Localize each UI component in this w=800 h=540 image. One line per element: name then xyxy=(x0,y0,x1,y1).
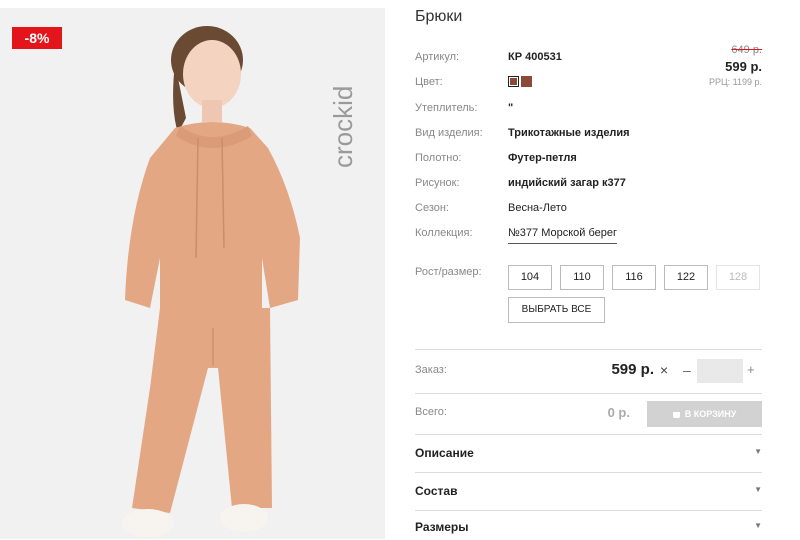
attr-label: Полотно: xyxy=(415,152,462,164)
chevron-down-icon: ▼ xyxy=(754,485,762,494)
attr-label: Артикул: xyxy=(415,51,460,63)
section-sizes[interactable]: Размеры ▼ xyxy=(415,520,762,540)
discount-badge: -8% xyxy=(12,27,62,49)
section-description[interactable]: Описание ▼ xyxy=(415,446,762,466)
color-swatch[interactable] xyxy=(521,76,532,87)
attr-label: Сезон: xyxy=(415,202,449,214)
divider xyxy=(415,349,762,350)
section-title: Состав xyxy=(415,484,458,498)
color-swatch-selected[interactable] xyxy=(508,76,519,87)
chevron-down-icon: ▼ xyxy=(754,521,762,530)
attr-value: " xyxy=(508,102,514,114)
order-label: Заказ: xyxy=(415,364,447,376)
order-price: 599 р. xyxy=(611,361,654,378)
attr-value: Трикотажные изделия xyxy=(508,127,630,139)
add-to-cart-button[interactable]: В КОРЗИНУ xyxy=(647,401,762,427)
section-title: Размеры xyxy=(415,520,469,534)
rrp-price: РРЦ: 1199 р. xyxy=(708,77,762,87)
attr-value: индийский загар к377 xyxy=(508,177,626,189)
divider xyxy=(415,393,762,394)
svg-text:crockid: crockid xyxy=(328,86,358,168)
total-label: Всего: xyxy=(415,406,447,418)
increment-button[interactable]: + xyxy=(747,362,755,377)
section-title: Описание xyxy=(415,446,474,460)
select-all-button[interactable]: ВЫБРАТЬ ВСЕ xyxy=(508,297,605,323)
product-title: Брюки xyxy=(415,8,463,25)
attr-label: Вид изделия: xyxy=(415,127,483,139)
attr-value: Весна-Лето xyxy=(508,202,567,214)
brand-logo: crockid xyxy=(328,86,358,168)
size-option[interactable]: 104 xyxy=(508,265,552,290)
attr-value: КР 400531 xyxy=(508,51,562,63)
color-swatches xyxy=(508,76,534,94)
old-price: 649 р. xyxy=(731,44,762,56)
total-value: 0 р. xyxy=(607,405,630,420)
attr-label: Утеплитель: xyxy=(415,102,478,114)
attr-label: Коллекция: xyxy=(415,227,473,239)
size-option[interactable]: 110 xyxy=(560,265,604,290)
current-price: 599 р. xyxy=(725,59,762,74)
size-option[interactable]: 116 xyxy=(612,265,656,290)
divider xyxy=(415,434,762,435)
decrement-button[interactable]: – xyxy=(683,362,691,378)
attr-label: Цвет: xyxy=(415,76,443,88)
attr-value: Футер-петля xyxy=(508,152,577,164)
divider xyxy=(415,472,762,473)
multiply-icon: × xyxy=(660,362,669,378)
collection-link[interactable]: №377 Морской берег xyxy=(508,225,618,244)
size-option[interactable]: 122 xyxy=(664,265,708,290)
size-option-unavailable: 128 xyxy=(716,265,760,290)
attr-label: Рисунок: xyxy=(415,177,460,189)
section-composition[interactable]: Состав ▼ xyxy=(415,484,762,504)
divider xyxy=(415,510,762,511)
product-photo[interactable]: crockid xyxy=(0,8,385,539)
add-to-cart-label: В КОРЗИНУ xyxy=(684,409,737,419)
quantity-input[interactable] xyxy=(697,359,743,383)
cart-icon xyxy=(672,411,680,418)
chevron-down-icon: ▼ xyxy=(754,447,762,456)
size-label: Рост/размер: xyxy=(415,266,482,278)
